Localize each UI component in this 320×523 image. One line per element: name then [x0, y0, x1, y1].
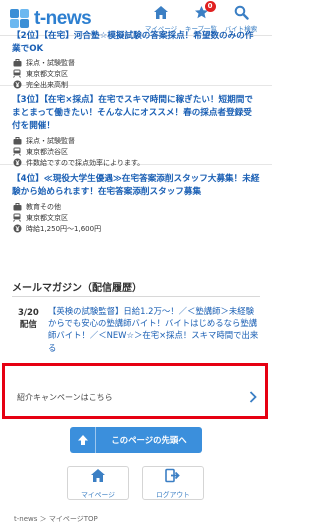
job-category: 教育その他 [12, 201, 260, 212]
back-to-top-button[interactable]: このページの先頭へ [70, 427, 202, 453]
nav-job-search[interactable]: バイト検索 [221, 2, 261, 33]
logout-icon [165, 468, 181, 487]
mail-magazine-date: 3/20 配信 [18, 308, 39, 330]
footer-mypage-button[interactable]: マイページ [67, 466, 129, 500]
logo-text: t-news [34, 8, 92, 29]
briefcase-icon [12, 58, 22, 67]
job-location: 東京都文京区 [12, 68, 260, 79]
divider [12, 296, 260, 297]
chevron-right-icon [249, 388, 257, 407]
search-icon [234, 2, 249, 22]
footer-mypage-label: マイページ [81, 490, 115, 499]
referral-campaign-label: 紹介キャンペーンはこちら [17, 393, 113, 402]
job-location: 東京都渋谷区 [12, 146, 260, 157]
star-icon: 0 [194, 1, 216, 22]
arrow-up-icon [70, 427, 96, 453]
mail-magazine-heading: メールマガジン（配信履歴） [12, 283, 142, 294]
briefcase-icon [12, 202, 22, 211]
nav-keep-list[interactable]: 0 キープ一覧 [181, 1, 221, 33]
nav-mypage[interactable]: マイページ [141, 2, 181, 33]
train-icon [12, 213, 22, 222]
job-category: 採点・試験監督 [12, 135, 260, 146]
footer-logout-label: ログアウト [156, 490, 190, 499]
job-item[interactable]: 【4位】≪現役大学生優遇≫在宅答案添削スタッフ大募集！未経験から始められます！在… [0, 165, 272, 258]
yen-icon [12, 80, 22, 89]
job-ranking-list: 【2位】【在宅】河合塾☆模擬試験の答案採点！希望数のみの作業でOK 採点・試験監… [0, 31, 272, 258]
keep-count-badge: 0 [204, 1, 216, 12]
back-to-top-label: このページの先頭へ [111, 435, 187, 445]
job-item[interactable]: 【3位】【在宅×採点】在宅でスキマ時間に稼ぎたい！短期間でまとまって働きたい！そ… [0, 86, 272, 167]
footer-logout-button[interactable]: ログアウト [142, 466, 204, 500]
breadcrumb[interactable]: t-news ＞ マイページTOP [14, 514, 98, 523]
job-title-link[interactable]: 【2位】【在宅】河合塾☆模擬試験の答案採点！希望数のみの作業でOK [12, 30, 260, 56]
job-item[interactable]: 【2位】【在宅】河合塾☆模擬試験の答案採点！希望数のみの作業でOK 採点・試験監… [0, 30, 272, 89]
job-category: 採点・試験監督 [12, 57, 260, 68]
yen-icon [12, 158, 22, 167]
referral-campaign-link[interactable]: 紹介キャンペーンはこちら [2, 363, 268, 419]
yen-icon [12, 224, 22, 233]
train-icon [12, 69, 22, 78]
job-location: 東京都文京区 [12, 212, 260, 223]
briefcase-icon [12, 136, 22, 145]
home-icon [90, 468, 106, 487]
train-icon [12, 147, 22, 156]
logo-mark-icon [10, 9, 30, 29]
job-title-link[interactable]: 【3位】【在宅×採点】在宅でスキマ時間に稼ぎたい！短期間でまとまって働きたい！そ… [12, 94, 260, 133]
job-pay: 時給1,250円～1,600円 [12, 223, 260, 234]
job-title-link[interactable]: 【4位】≪現役大学生優遇≫在宅答案添削スタッフ大募集！未経験から始められます！在… [12, 173, 260, 199]
mail-magazine-link[interactable]: 【英検の試験監督】日給1.2万〜！／＜塾講師＞未経験からでも安心の塾講師バイト！… [48, 305, 260, 354]
home-icon [153, 2, 169, 22]
site-logo[interactable]: t-news [10, 8, 92, 30]
